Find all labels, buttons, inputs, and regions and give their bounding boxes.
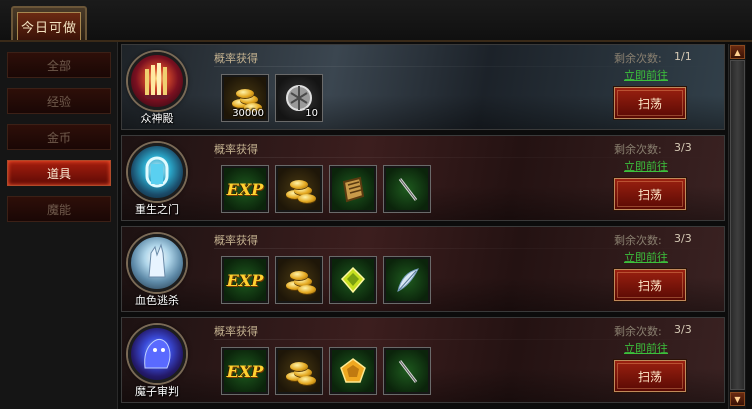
pentagon-gem-icon [332, 350, 374, 392]
reward-slot[interactable]: EXP [222, 166, 268, 212]
remaining-label: 剩余次数: [614, 143, 662, 156]
goto-link[interactable]: 立即前往 [624, 67, 668, 83]
sweep-button[interactable]: 扫荡 [614, 360, 686, 392]
reward-slot[interactable]: 30000 [222, 75, 268, 121]
dungeon-portrait[interactable] [128, 234, 186, 292]
reward-slot[interactable] [330, 166, 376, 212]
reward-slot[interactable] [276, 348, 322, 394]
scroll-book-icon [332, 168, 374, 210]
reward-count: 30000 [232, 108, 264, 119]
reward-slot[interactable] [384, 348, 430, 394]
tab-today-available[interactable]: 今日可做 [11, 6, 87, 40]
goto-link[interactable]: 立即前往 [624, 249, 668, 265]
sword-icon [386, 168, 428, 210]
dungeon-row: 重生之门 概率获得 EXP 剩余次数: 3/3 立即前往 扫荡 [121, 135, 725, 221]
reward-slot[interactable] [330, 348, 376, 394]
reward-slot[interactable]: 10 [276, 75, 322, 121]
drop-label: 概率获得 [214, 234, 258, 247]
sweep-button-label: 扫荡 [637, 278, 662, 293]
dungeon-row: 魔子审判 概率获得 EXP 剩余次数: 3/3 立即前往 扫荡 [121, 317, 725, 403]
remaining-count: 3/3 [674, 323, 692, 336]
remaining-count: 3/3 [674, 232, 692, 245]
scroll-thumb[interactable] [730, 60, 745, 390]
dungeon-name: 重生之门 [135, 203, 179, 216]
drop-label: 概率获得 [214, 143, 258, 156]
dungeon-portrait[interactable] [128, 143, 186, 201]
dungeon-row: 血色逃杀 概率获得 EXP 剩余次数: 3/3 立即前往 扫荡 [121, 226, 725, 312]
scroll-down-icon[interactable]: ▼ [730, 392, 745, 406]
feather-icon [386, 259, 428, 301]
category-all-button[interactable]: 全部 [7, 52, 111, 78]
dungeon-name: 魔子审判 [135, 385, 179, 398]
scroll-up-icon[interactable]: ▲ [730, 45, 745, 59]
sweep-button[interactable]: 扫荡 [614, 87, 686, 119]
drop-label: 概率获得 [214, 325, 258, 338]
dungeon-portrait[interactable] [128, 52, 186, 110]
exp-icon: EXP [224, 350, 266, 392]
exp-text: EXP [226, 179, 264, 199]
drop-label: 概率获得 [214, 52, 258, 65]
tab-title: 今日可做 [17, 12, 81, 40]
remaining-label: 剩余次数: [614, 52, 662, 65]
exp-text: EXP [226, 270, 264, 290]
remaining-label: 剩余次数: [614, 325, 662, 338]
scrollbar[interactable]: ▲ ▼ [728, 44, 746, 409]
sweep-button-label: 扫荡 [637, 96, 662, 111]
green-gem-icon [332, 259, 374, 301]
dungeon-name: 众神殿 [140, 112, 174, 125]
category-exp-button[interactable]: 经验 [7, 88, 111, 114]
category-magic-button[interactable]: 魔能 [7, 196, 111, 222]
reward-slot[interactable] [276, 166, 322, 212]
goto-link[interactable]: 立即前往 [624, 340, 668, 356]
top-bar: 今日可做 [0, 0, 752, 42]
reward-count: 10 [305, 108, 318, 119]
remaining-label: 剩余次数: [614, 234, 662, 247]
remaining-count: 3/3 [674, 141, 692, 154]
category-sidebar: 全部 经验 金币 道具 魔能 [0, 42, 118, 409]
gold-coins-icon [278, 259, 320, 301]
exp-icon: EXP [224, 259, 266, 301]
remaining-count: 1/1 [674, 50, 692, 63]
reward-slot[interactable]: EXP [222, 348, 268, 394]
reward-slot[interactable] [330, 257, 376, 303]
category-items-button[interactable]: 道具 [7, 160, 111, 186]
dungeon-row: 众神殿 概率获得 30000 10 剩余次数: 1/1 立即前往 扫荡 [121, 44, 725, 130]
exp-icon: EXP [224, 168, 266, 210]
sweep-button-label: 扫荡 [637, 187, 662, 202]
reward-slot[interactable] [384, 257, 430, 303]
sword-icon [386, 350, 428, 392]
sweep-button[interactable]: 扫荡 [614, 178, 686, 210]
dungeon-list: 众神殿 概率获得 30000 10 剩余次数: 1/1 立即前往 扫荡 重生之门… [121, 44, 727, 409]
exp-text: EXP [226, 361, 264, 381]
goto-link[interactable]: 立即前往 [624, 158, 668, 174]
category-gold-button[interactable]: 金币 [7, 124, 111, 150]
sweep-button[interactable]: 扫荡 [614, 269, 686, 301]
gold-coins-icon [278, 168, 320, 210]
reward-slot[interactable] [276, 257, 322, 303]
dungeon-portrait[interactable] [128, 325, 186, 383]
reward-slot[interactable]: EXP [222, 257, 268, 303]
sweep-button-label: 扫荡 [637, 369, 662, 384]
dungeon-name: 血色逃杀 [135, 294, 179, 307]
gold-coins-icon [278, 350, 320, 392]
reward-slot[interactable] [384, 166, 430, 212]
